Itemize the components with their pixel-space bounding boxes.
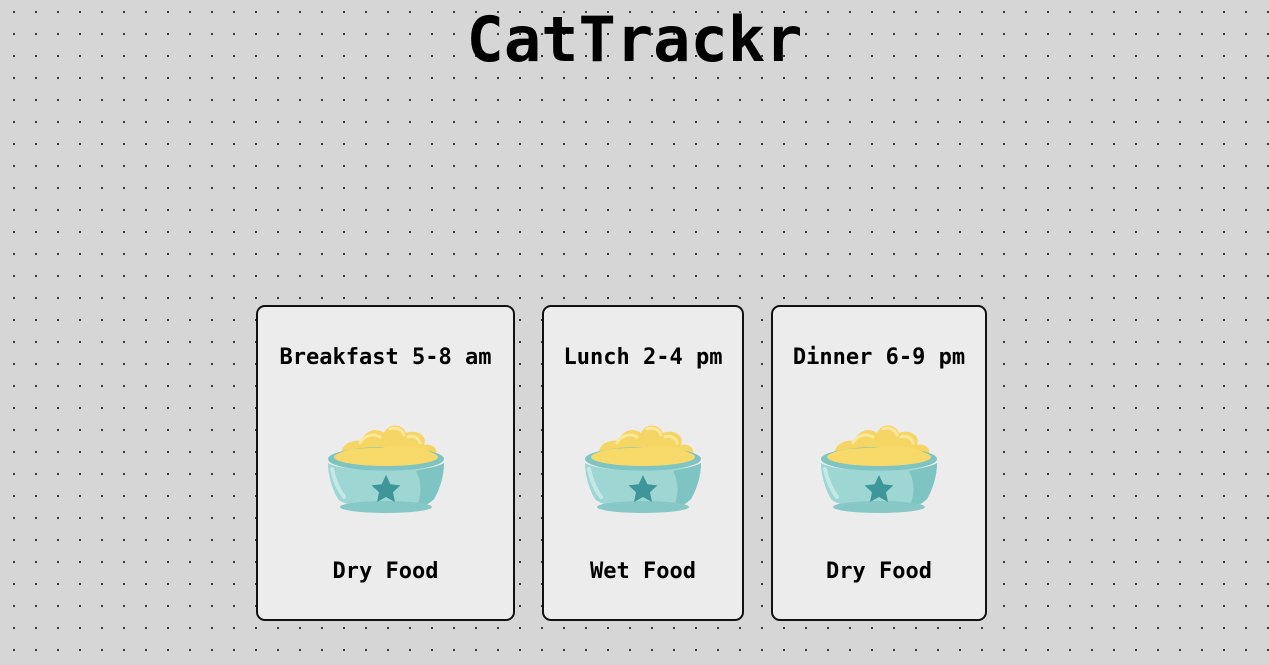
food-type-label: Wet Food — [590, 559, 696, 584]
app-title: CatTrackr — [466, 3, 803, 76]
food-bowl-icon — [577, 413, 709, 517]
meal-card-lunch[interactable]: Lunch 2-4 pm Wet Food — [542, 305, 744, 621]
food-bowl-icon — [813, 413, 945, 517]
food-type-label: Dry Food — [332, 559, 439, 584]
meal-heading: Dinner 6-9 pm — [792, 345, 966, 370]
meal-heading: Breakfast 5-8 am — [279, 345, 492, 370]
food-type-label: Dry Food — [826, 559, 932, 584]
meal-card-dinner[interactable]: Dinner 6-9 pm Dry Food — [771, 305, 987, 621]
meal-heading: Lunch 2-4 pm — [563, 345, 723, 370]
food-bowl-icon — [320, 413, 452, 517]
meal-card-breakfast[interactable]: Breakfast 5-8 am Dry Food — [256, 305, 515, 621]
